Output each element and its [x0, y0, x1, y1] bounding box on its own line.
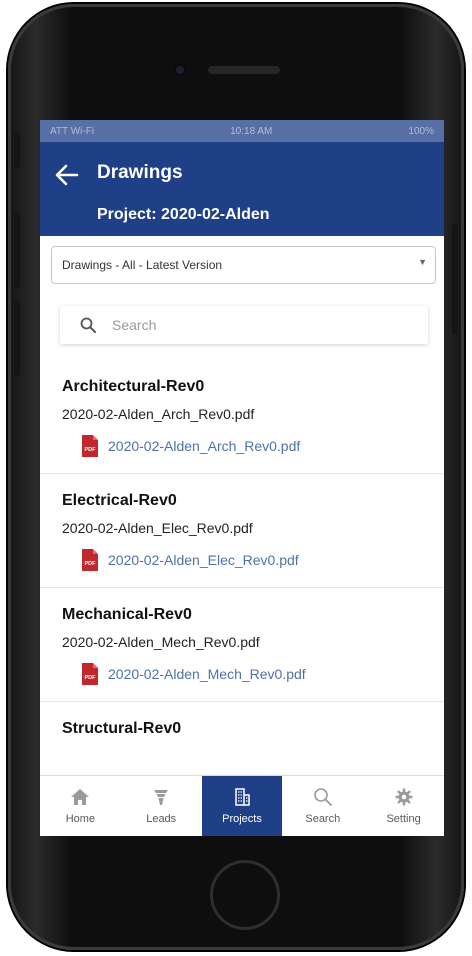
home-hardware-button[interactable]: [210, 860, 280, 930]
tab-label: Leads: [146, 813, 177, 825]
svg-text:PDF: PDF: [85, 561, 97, 567]
earpiece-speaker: [208, 66, 280, 74]
front-camera: [174, 64, 186, 76]
tab-label: Home: [65, 813, 96, 825]
pdf-file-icon: PDF: [82, 549, 98, 571]
pdf-link[interactable]: PDF 2020-02-Alden_Arch_Rev0.pdf: [80, 434, 422, 458]
building-icon: [235, 788, 250, 806]
tab-label: Projects: [222, 813, 262, 825]
tab-search[interactable]: Search: [282, 776, 363, 836]
section-title: Architectural-Rev0: [62, 378, 205, 395]
app-header: Drawings Project: 2020-02-Alden: [40, 142, 444, 236]
svg-text:PDF: PDF: [85, 447, 97, 453]
dropdown-caret-icon: ▼: [418, 257, 427, 267]
section-title: Electrical-Rev0: [62, 492, 177, 509]
volume-down-button: [14, 300, 20, 376]
search-bar[interactable]: [60, 306, 428, 344]
filter-selected-value: Drawings - All - Latest Version: [62, 258, 223, 272]
section-title: Structural-Rev0: [62, 720, 182, 737]
tab-projects[interactable]: Projects: [201, 776, 283, 836]
pdf-file-icon: PDF: [82, 435, 98, 457]
section-filename: 2020-02-Alden_Elec_Rev0.pdf: [62, 520, 253, 536]
svg-text:PDF: PDF: [85, 675, 97, 681]
volume-up-button: [14, 212, 20, 288]
pdf-link-text: 2020-02-Alden_Arch_Rev0.pdf: [108, 438, 301, 454]
carrier-text: ATT Wi-Fi: [50, 125, 95, 137]
bottom-tab-bar: Home Leads Projects Search Setting: [40, 775, 444, 836]
page-title: Drawings: [97, 162, 183, 183]
back-button[interactable]: [52, 160, 82, 190]
drawing-section: Architectural-Rev0 2020-02-Alden_Arch_Re…: [40, 360, 444, 474]
tab-setting[interactable]: Setting: [363, 776, 444, 836]
section-title: Mechanical-Rev0: [62, 606, 192, 623]
funnel-icon: [154, 790, 169, 805]
search-icon: [313, 788, 332, 806]
back-arrow-icon: [55, 164, 79, 186]
power-button: [452, 224, 458, 334]
tab-label: Search: [305, 813, 341, 825]
search-icon: [80, 317, 96, 333]
tab-leads[interactable]: Leads: [121, 776, 202, 836]
battery-text: 100%: [408, 125, 434, 137]
pdf-link[interactable]: PDF 2020-02-Alden_Elec_Rev0.pdf: [80, 548, 422, 572]
gear-icon: [395, 788, 413, 806]
drawings-list: Architectural-Rev0 2020-02-Alden_Arch_Re…: [40, 360, 444, 816]
status-bar: ATT Wi-Fi 10:18 AM 100%: [40, 120, 444, 142]
mute-switch: [14, 132, 20, 168]
drawing-section: Electrical-Rev0 2020-02-Alden_Elec_Rev0.…: [40, 474, 444, 588]
tab-label: Setting: [386, 813, 421, 825]
section-filename: 2020-02-Alden_Mech_Rev0.pdf: [62, 634, 260, 650]
pdf-link-text: 2020-02-Alden_Mech_Rev0.pdf: [108, 666, 306, 682]
home-icon: [71, 789, 90, 805]
pdf-file-icon: PDF: [82, 663, 98, 685]
app-screen: ATT Wi-Fi 10:18 AM 100% Drawings Project…: [40, 120, 444, 836]
drawing-section: Mechanical-Rev0 2020-02-Alden_Mech_Rev0.…: [40, 588, 444, 702]
section-filename: 2020-02-Alden_Arch_Rev0.pdf: [62, 406, 255, 422]
search-input[interactable]: [110, 316, 374, 334]
project-name: Project: 2020-02-Alden: [97, 206, 270, 223]
pdf-link-text: 2020-02-Alden_Elec_Rev0.pdf: [108, 552, 299, 568]
drawings-filter-select[interactable]: Drawings - All - Latest Version ▼: [51, 246, 436, 284]
tab-home[interactable]: Home: [40, 776, 121, 836]
pdf-link[interactable]: PDF 2020-02-Alden_Mech_Rev0.pdf: [80, 662, 422, 686]
time-text: 10:18 AM: [230, 125, 273, 137]
